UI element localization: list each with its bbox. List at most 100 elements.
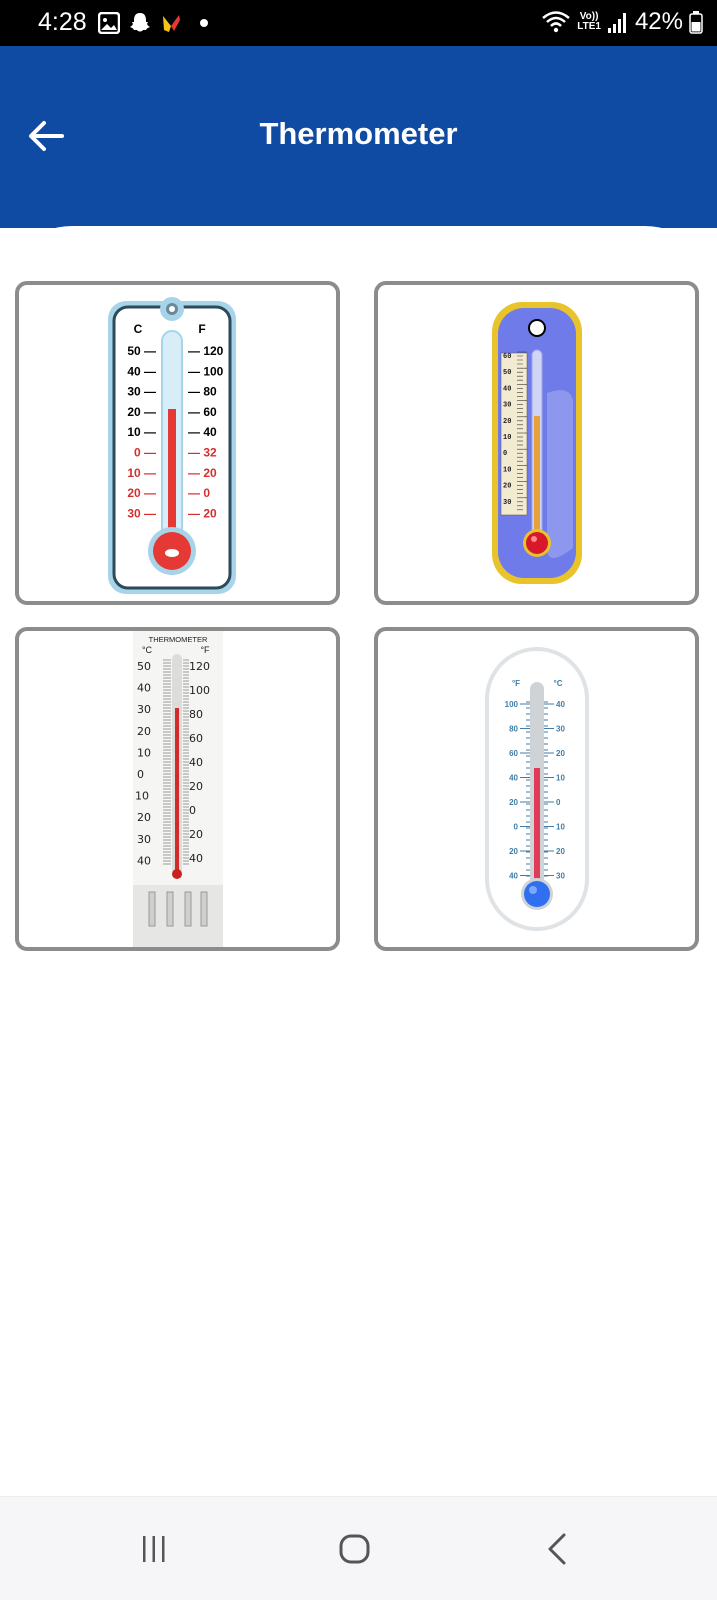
fahrenheit-label: 40	[189, 852, 203, 865]
thermometer-card-1[interactable]: C F 50 —40 —30 —20 —10 —0 —10 —20 —30 — …	[15, 281, 340, 605]
scale-label: 10	[503, 466, 511, 474]
celsius-label: 40	[556, 700, 565, 709]
page-title: Thermometer	[259, 116, 458, 151]
fahrenheit-label: 60	[509, 749, 518, 758]
fahrenheit-label: 80	[189, 708, 203, 721]
scale-label: 40	[503, 385, 511, 393]
status-bar: 4:28 Vo)) LTE1 42%	[0, 0, 717, 46]
thermometer-caption: THERMOMETER	[148, 635, 207, 644]
scale-label: 30	[503, 499, 511, 507]
fahrenheit-label: 20	[189, 828, 203, 841]
celsius-label: 10	[556, 774, 565, 783]
fahrenheit-label: 100	[504, 700, 518, 709]
fahrenheit-label: — 80	[188, 384, 217, 398]
gallery-icon	[98, 12, 120, 34]
content-sheet: C F 50 — 40 — 30 — 20 — 10 — 0 — 10 — 20 — 30 — …	[0, 226, 717, 1496]
system-status-icons: Vo)) LTE1 42%	[541, 8, 703, 36]
back-chevron-icon	[548, 1533, 566, 1565]
celsius-label: 20	[556, 847, 565, 856]
scale-label: 0	[503, 450, 507, 458]
celsius-label: 10	[135, 790, 149, 803]
wifi-icon	[542, 11, 571, 33]
fahrenheit-label: 20	[189, 780, 203, 793]
celsius-label: 40	[137, 682, 151, 695]
fahrenheit-label: 0	[189, 804, 196, 817]
celsius-label: 50	[137, 660, 151, 673]
notification-icons	[98, 11, 182, 35]
fahrenheit-label: — 100	[188, 364, 224, 378]
fahrenheit-label: — 20	[188, 506, 217, 520]
system-nav-bar	[0, 1496, 717, 1600]
scale-header-c4: °C	[553, 679, 562, 688]
celsius-label: 30 —	[127, 384, 156, 398]
celsius-label: 40	[137, 854, 151, 867]
fahrenheit-label: 40	[189, 756, 203, 769]
fahrenheit-label: — 40	[188, 425, 217, 439]
fahrenheit-label: 0	[513, 823, 518, 832]
scale-label: 20	[503, 418, 511, 426]
nav-back-button[interactable]	[527, 1527, 587, 1571]
scale-label: 50	[503, 369, 511, 377]
thermometer-card-2[interactable]: 60 50 40 30 20 10 0 10 20 30	[374, 281, 699, 605]
scale-header-f4: °F	[511, 679, 519, 688]
celsius-label: 30 —	[127, 506, 156, 520]
home-button[interactable]	[325, 1527, 385, 1571]
more-notifications-dot	[200, 19, 208, 27]
celsius-label: 0 —	[133, 445, 155, 459]
thermometer-card-4[interactable]: °F °C 100 80 60 40 20 0 20 40 40 30 20 10 0 10 20 30	[374, 627, 699, 951]
status-time: 4:28	[38, 8, 87, 36]
scale-label: 10	[503, 434, 511, 442]
celsius-label: 20 —	[127, 404, 156, 418]
fahrenheit-label: 120	[189, 660, 210, 673]
thermometer-image-3: THERMOMETER °C °F 5040302010010203040 12…	[132, 631, 223, 947]
celsius-label: 40 —	[127, 364, 156, 378]
scale-label: 30	[503, 402, 511, 410]
fahrenheit-label: — 60	[188, 404, 217, 418]
fahrenheit-label: 40	[509, 872, 518, 881]
celsius-label: 10 —	[127, 465, 156, 479]
celsius-label: 20 —	[127, 486, 156, 500]
scale-label: 60	[503, 353, 511, 361]
scale-label: 20	[503, 483, 511, 491]
celsius-label: 10 —	[127, 425, 156, 439]
battery-icon	[689, 11, 703, 34]
celsius-label: 10	[137, 746, 151, 759]
battery-percentage: 42%	[634, 8, 683, 35]
fahrenheit-label: — 120	[188, 344, 224, 358]
celsius-label: 20	[137, 725, 151, 738]
volte-indicator: Vo)) LTE1	[577, 12, 601, 32]
fahrenheit-label: — 0	[188, 486, 210, 500]
fahrenheit-label: 60	[189, 732, 203, 745]
fahrenheit-label: — 20	[188, 465, 217, 479]
celsius-label: 10	[556, 823, 565, 832]
celsius-label: 30	[137, 703, 151, 716]
scale-header-f: F	[198, 322, 205, 336]
recents-button[interactable]	[124, 1527, 184, 1571]
celsius-label: 0	[137, 768, 144, 781]
thermometer-image-1: C F 50 —40 —30 —20 —10 —0 —10 —20 —30 — …	[107, 296, 236, 594]
thermometer-image-2: 60 50 40 30 20 10 0 10 20 30	[491, 302, 582, 584]
fahrenheit-label: 100	[189, 684, 210, 697]
celsius-label: 20	[556, 749, 565, 758]
signal-icon	[607, 13, 626, 33]
fahrenheit-label: 20	[509, 847, 518, 856]
scale-header-c3: °C	[141, 645, 152, 655]
celsius-label: 50 —	[127, 344, 156, 358]
fahrenheit-label: 80	[509, 725, 518, 734]
snapchat-icon	[130, 13, 150, 32]
fahrenheit-label: 20	[509, 798, 518, 807]
celsius-label: 30	[556, 725, 565, 734]
celsius-label: 30	[137, 833, 151, 846]
scale-header-c: C	[133, 322, 142, 336]
celsius-label: 30	[556, 872, 565, 881]
app-bar: Thermometer	[0, 46, 717, 228]
app-notification-icon	[163, 15, 180, 32]
fahrenheit-label: — 32	[188, 445, 217, 459]
celsius-label: 0	[556, 798, 561, 807]
scale-header-f3: °F	[200, 645, 210, 655]
app-root: 4:28 Vo)) LTE1 42% Thermometer C F 50 — …	[0, 0, 717, 1600]
home-icon	[339, 1534, 370, 1564]
thermometer-card-3[interactable]: THERMOMETER °C °F 50 40 30 20 10 0 10 20 30 40 12…	[15, 627, 340, 951]
celsius-label: 20	[137, 811, 151, 824]
fahrenheit-label: 40	[509, 774, 518, 783]
